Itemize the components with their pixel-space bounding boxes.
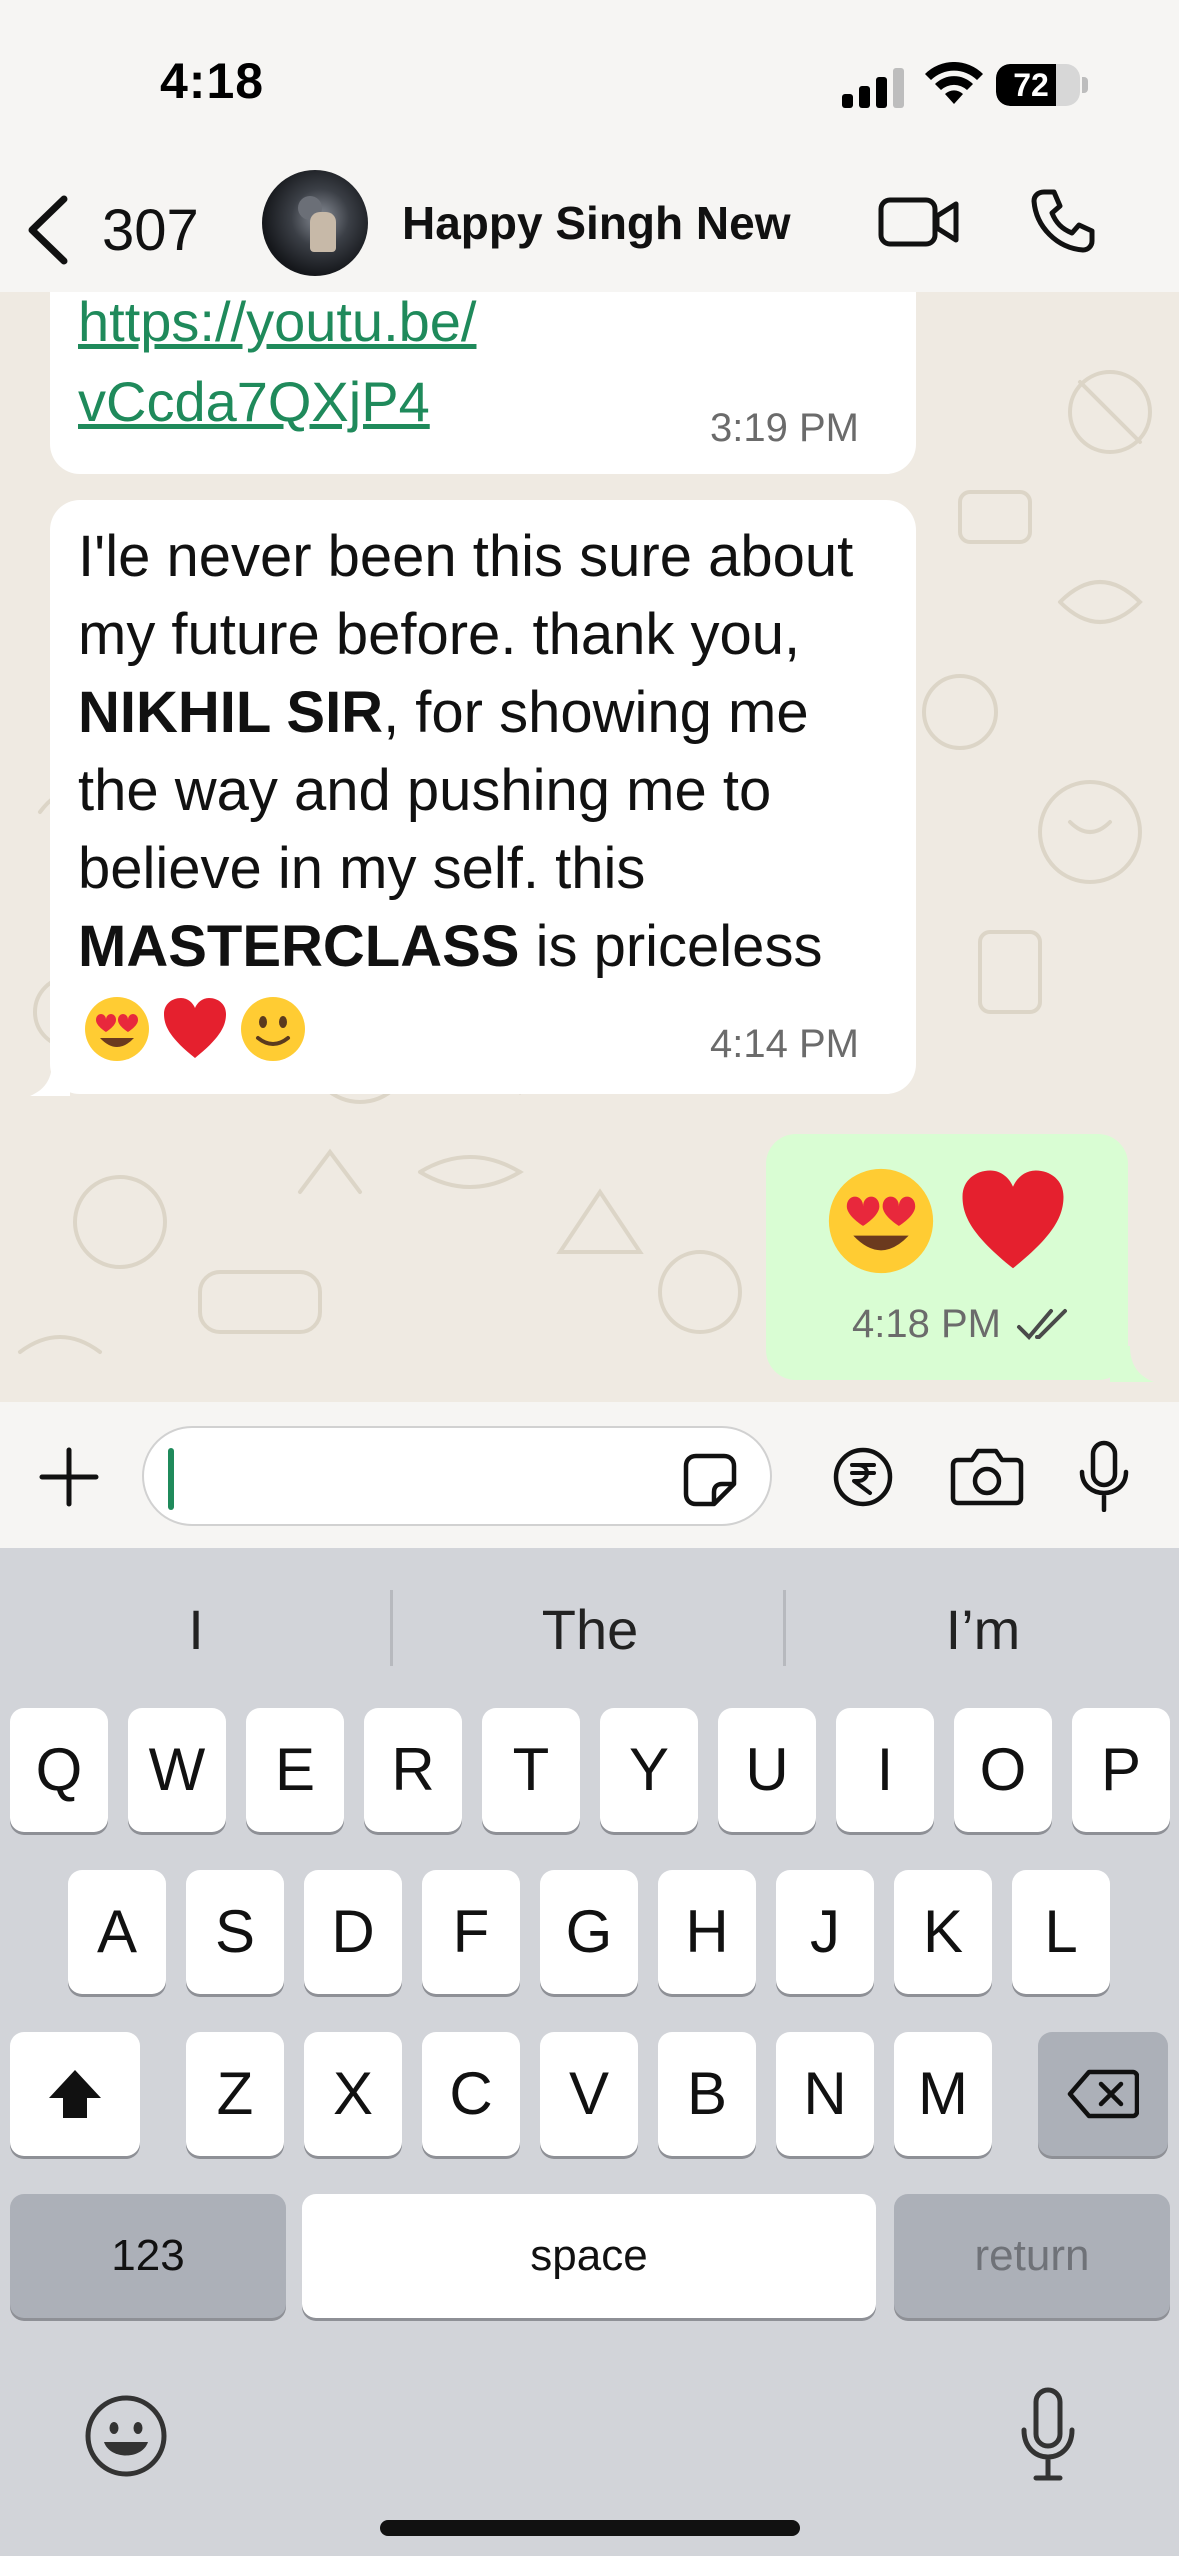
- rupee-payment-icon[interactable]: [832, 1446, 894, 1508]
- space-key[interactable]: space: [302, 2194, 876, 2318]
- sticker-icon[interactable]: [682, 1452, 738, 1508]
- message-emojis: [82, 994, 308, 1064]
- key-y[interactable]: Y: [600, 1708, 698, 1832]
- heart-eyes-emoji-icon: [85, 997, 149, 1061]
- microphone-icon[interactable]: [1076, 1440, 1132, 1512]
- chevron-left-icon: [28, 195, 68, 265]
- back-button[interactable]: 307: [22, 180, 222, 280]
- key-i[interactable]: I: [836, 1708, 934, 1832]
- chat-area[interactable]: https://youtu.be/ vCcda7QXjP4 3:19 PM I'…: [0, 292, 1179, 1402]
- battery-icon: 72: [996, 64, 1080, 106]
- battery-tip: [1082, 77, 1088, 93]
- unread-count: 307: [102, 197, 199, 263]
- key-j[interactable]: J: [776, 1870, 874, 1994]
- dictation-microphone-icon[interactable]: [1018, 2386, 1078, 2482]
- key-z[interactable]: Z: [186, 2032, 284, 2156]
- read-ticks-icon: [1016, 1308, 1067, 1340]
- heart-eyes-emoji-icon: [828, 1168, 934, 1274]
- message-input[interactable]: [142, 1426, 772, 1526]
- key-b[interactable]: B: [658, 2032, 756, 2156]
- message-timestamp: 4:14 PM: [710, 1022, 859, 1066]
- shift-key[interactable]: [10, 2032, 140, 2156]
- status-bar: 4:18 72: [0, 0, 1179, 170]
- status-time: 4:18: [160, 53, 265, 109]
- video-call-icon[interactable]: [878, 192, 960, 252]
- wifi-icon: [925, 62, 983, 104]
- key-n[interactable]: N: [776, 2032, 874, 2156]
- incoming-message-bubble[interactable]: I'le never been this sure about my futur…: [50, 500, 916, 1094]
- message-input-bar: [0, 1402, 1179, 1548]
- key-m[interactable]: M: [894, 2032, 992, 2156]
- backspace-icon: [1067, 2069, 1139, 2119]
- key-w[interactable]: W: [128, 1708, 226, 1832]
- chat-header: 307 Happy Singh New: [0, 170, 1179, 292]
- key-a[interactable]: A: [68, 1870, 166, 1994]
- contact-name[interactable]: Happy Singh New: [402, 196, 790, 250]
- slight-smile-emoji-icon: [241, 997, 305, 1061]
- key-t[interactable]: T: [482, 1708, 580, 1832]
- bubble-tail: [30, 1062, 70, 1096]
- key-v[interactable]: V: [540, 2032, 638, 2156]
- message-emojis: [824, 1164, 1070, 1278]
- suggestion-2[interactable]: The: [400, 1590, 780, 1670]
- message-link[interactable]: https://youtu.be/ vCcda7QXjP4: [78, 292, 476, 442]
- shift-icon: [49, 2070, 101, 2118]
- suggestion-3[interactable]: I’m: [793, 1590, 1173, 1670]
- key-q[interactable]: Q: [10, 1708, 108, 1832]
- home-indicator: [380, 2520, 800, 2536]
- key-d[interactable]: D: [304, 1870, 402, 1994]
- camera-icon[interactable]: [950, 1446, 1024, 1506]
- key-k[interactable]: K: [894, 1870, 992, 1994]
- outgoing-message-bubble[interactable]: 4:18 PM: [766, 1134, 1128, 1380]
- return-key[interactable]: return: [894, 2194, 1170, 2318]
- message-text: I'le never been this sure about my futur…: [78, 524, 854, 979]
- bubble-tail: [1110, 1346, 1154, 1382]
- avatar[interactable]: [262, 170, 368, 276]
- keyboard: I The I’m Q W E R T Y U I O P A S D F G …: [0, 1548, 1179, 2556]
- cellular-signal-icon: [842, 68, 904, 108]
- key-c[interactable]: C: [422, 2032, 520, 2156]
- battery-percentage: 72: [1013, 67, 1049, 103]
- message-timestamp: 3:19 PM: [710, 406, 859, 450]
- key-p[interactable]: P: [1072, 1708, 1170, 1832]
- key-u[interactable]: U: [718, 1708, 816, 1832]
- numbers-key[interactable]: 123: [10, 2194, 286, 2318]
- emoji-keyboard-icon[interactable]: [84, 2394, 168, 2478]
- key-h[interactable]: H: [658, 1870, 756, 1994]
- key-e[interactable]: E: [246, 1708, 344, 1832]
- key-g[interactable]: G: [540, 1870, 638, 1994]
- key-f[interactable]: F: [422, 1870, 520, 1994]
- message-meta: 4:18 PM: [852, 1302, 1075, 1347]
- plus-icon[interactable]: [38, 1446, 100, 1508]
- key-l[interactable]: L: [1012, 1870, 1110, 1994]
- red-heart-emoji-icon: [962, 1170, 1064, 1269]
- key-s[interactable]: S: [186, 1870, 284, 1994]
- key-x[interactable]: X: [304, 2032, 402, 2156]
- phone-call-icon[interactable]: [1030, 188, 1096, 254]
- red-heart-emoji-icon: [164, 998, 226, 1058]
- text-cursor: [168, 1448, 174, 1510]
- key-o[interactable]: O: [954, 1708, 1052, 1832]
- suggestion-1[interactable]: I: [6, 1590, 386, 1670]
- delete-key[interactable]: [1038, 2032, 1168, 2156]
- key-r[interactable]: R: [364, 1708, 462, 1832]
- incoming-message-bubble[interactable]: https://youtu.be/ vCcda7QXjP4 3:19 PM: [50, 292, 916, 474]
- message-timestamp: 4:18 PM: [852, 1302, 1001, 1346]
